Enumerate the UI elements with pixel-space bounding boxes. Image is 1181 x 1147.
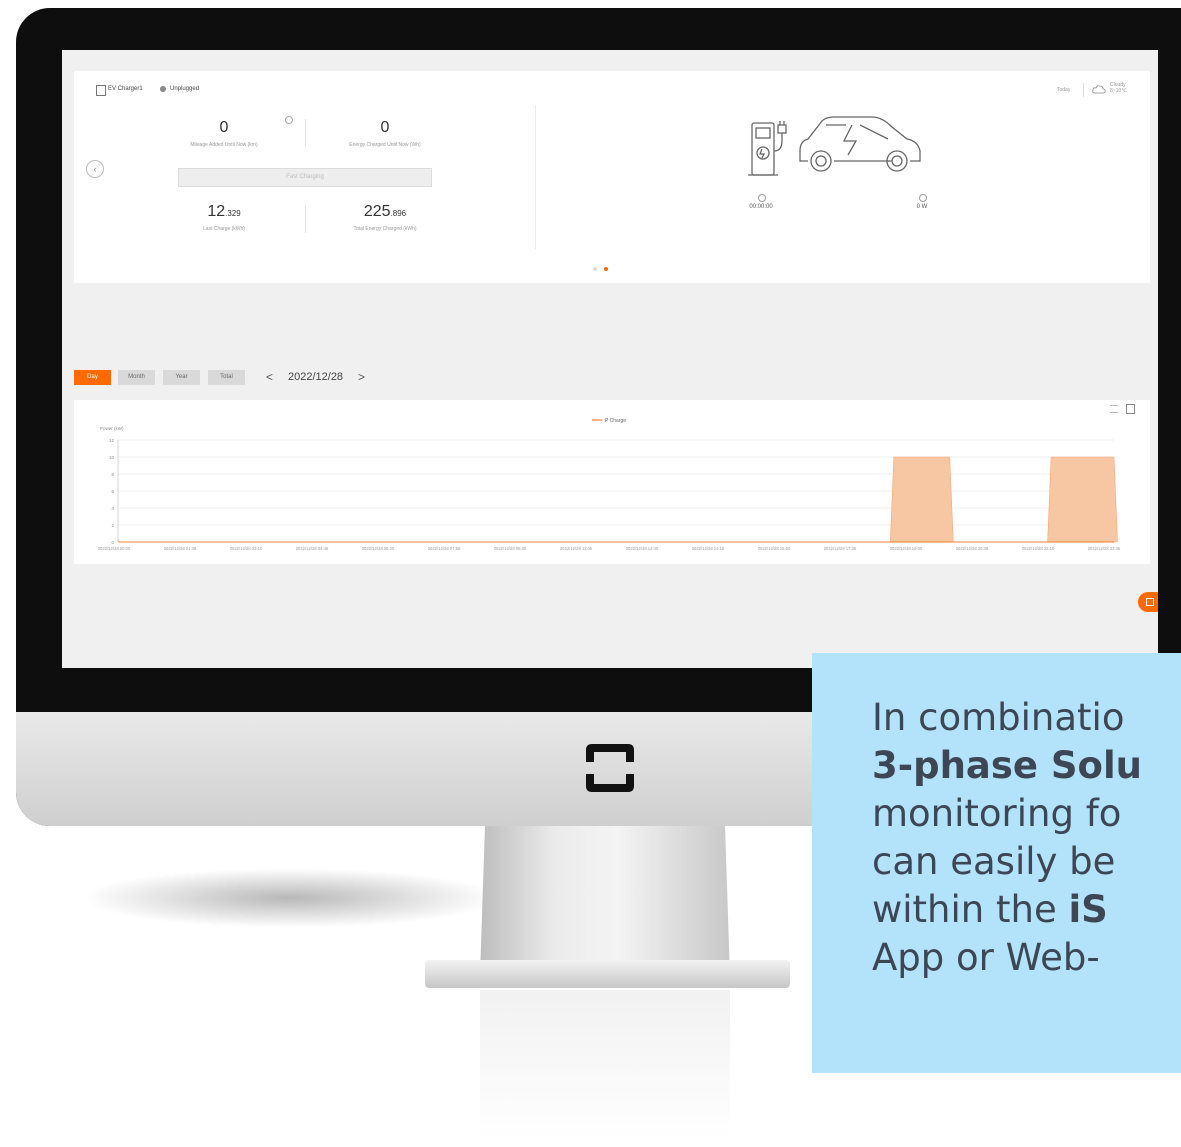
x-tick-label: 2022/12/28 19:00 [890, 546, 923, 551]
fast-charging-label: Fast Charging [286, 174, 324, 180]
x-tick-label: 2022/12/28 17:25 [824, 546, 857, 551]
x-tick-label: 2022/12/28 04:45 [296, 546, 329, 551]
fast-charging-button[interactable]: Fast Charging [178, 168, 432, 187]
date-label: Today [1057, 87, 1071, 93]
legend-label: P Charge [605, 418, 626, 424]
promo-line-2: 3-phase Solu [872, 742, 1181, 790]
brand-logo-icon [586, 744, 634, 792]
x-tick-label: 2022/12/28 14:15 [692, 546, 725, 551]
monitor-stand [480, 826, 730, 976]
date-next-button[interactable]: > [358, 370, 365, 384]
tab-total[interactable]: Total [208, 370, 245, 385]
last-charge-dec: .329 [225, 209, 241, 218]
y-tick-label: 8 [111, 472, 114, 477]
series-area [118, 456, 1118, 543]
monitor-stand-base [425, 960, 790, 988]
mileage-label: Mileage Added Until Now (km) [190, 142, 258, 148]
divider [1083, 83, 1084, 97]
promo-line-1: In combinatio [872, 696, 1125, 739]
feedback-icon [1146, 598, 1154, 606]
total-energy-label: Total Energy Charged (kWh) [353, 226, 417, 232]
y-tick-label: 10 [109, 455, 115, 460]
app-screen: EV Charger1 Unplugged Today Cloudy 8~10℃… [62, 50, 1158, 668]
y-tick-label: 0 [111, 540, 114, 545]
chart-card: P Charge Power (kW) 12 10 8 6 4 2 0 2022/12/28 00… [74, 400, 1150, 564]
status-dot-icon [160, 86, 166, 92]
x-tick-label: 2022/12/28 09:30 [494, 546, 527, 551]
promo-line-3: monitoring fo [872, 792, 1122, 835]
x-tick-label: 2022/12/28 07:55 [428, 546, 461, 551]
tab-month[interactable]: Month [118, 370, 155, 385]
y-tick-label: 6 [111, 489, 114, 494]
promo-text: In combinatio 3-phase Solu monitoring fo… [872, 694, 1181, 982]
timer-icon [758, 194, 766, 202]
panel-divider [535, 105, 536, 249]
promo-line-5-text: within the [872, 888, 1069, 931]
power-chart: P Charge Power (kW) 12 10 8 6 4 2 02022/12/28 00… [98, 418, 1121, 551]
charging-timer: 00:00:00 [749, 204, 773, 210]
y-tick-label: 12 [109, 438, 115, 443]
carousel-prev-button[interactable]: ‹ [86, 160, 104, 178]
energy-charged-value: 0 [380, 119, 390, 136]
promo-highlight-1: 3-phase Solu [872, 744, 1142, 787]
stand-reflection [480, 990, 730, 1140]
charger-icon [96, 85, 106, 96]
x-tick-label: 2022/12/28 15:50 [758, 546, 791, 551]
x-tick-label: 2022/12/28 11:05 [560, 546, 593, 551]
x-tick-label: 2022/12/28 12:40 [626, 546, 659, 551]
x-tick-label: 2022/12/28 22:10 [1022, 546, 1055, 551]
current-date: 2022/12/28 [288, 371, 344, 383]
device-name[interactable]: EV Charger1 [108, 86, 143, 92]
charger-overview-card: EV Charger1 Unplugged Today Cloudy 8~10℃… [74, 71, 1150, 283]
divider [305, 119, 306, 147]
stand-shadow [80, 868, 500, 928]
floating-action-button[interactable] [1138, 592, 1158, 612]
chevron-left-icon: ‹ [93, 164, 97, 174]
device-status: Unplugged [170, 86, 200, 92]
y-axis-title: Power (kW) [100, 426, 124, 431]
last-charge-int: 12 [207, 203, 226, 220]
last-charge-label: Last Charge (kWh) [203, 226, 245, 232]
info-icon[interactable] [285, 116, 293, 124]
cloud-icon [1092, 85, 1106, 94]
tab-year[interactable]: Year [163, 370, 200, 385]
power-icon [919, 194, 927, 202]
mileage-value: 0 [219, 119, 229, 136]
promo-line-6: App or Web- [872, 936, 1100, 979]
x-tick-label: 2022/12/28 20:35 [956, 546, 989, 551]
divider [305, 205, 306, 233]
x-tick-label: 2022/12/28 01:35 [164, 546, 197, 551]
pager-dot-active[interactable] [604, 267, 608, 271]
pager-dot[interactable] [593, 267, 597, 271]
temperature-text: 8~10℃ [1110, 88, 1127, 94]
total-energy-value: 225.896 [345, 203, 425, 221]
last-charge-value: 12.329 [184, 203, 264, 221]
promo-line-5: within the iS [872, 886, 1181, 934]
x-tick-label: 2022/12/28 23:45 [1088, 546, 1121, 551]
charging-power: 0 W [916, 204, 928, 210]
promo-line-4: can easily be [872, 840, 1116, 883]
total-energy-dec: .896 [390, 209, 407, 218]
y-tick-label: 4 [111, 506, 114, 511]
y-tick-label: 2 [111, 523, 114, 528]
date-prev-button[interactable]: < [266, 370, 273, 384]
x-tick-label: 2022/12/28 00:00 [98, 546, 131, 551]
ev-charging-illustration [748, 116, 921, 176]
tab-day[interactable]: Day [74, 370, 111, 385]
energy-charged-label: Energy Charged Until Now (Wh) [349, 142, 421, 148]
x-tick-label: 2022/12/28 06:20 [362, 546, 395, 551]
total-energy-int: 225 [363, 203, 391, 220]
promo-highlight-2: iS [1068, 888, 1108, 931]
x-tick-label: 2022/12/28 03:10 [230, 546, 263, 551]
